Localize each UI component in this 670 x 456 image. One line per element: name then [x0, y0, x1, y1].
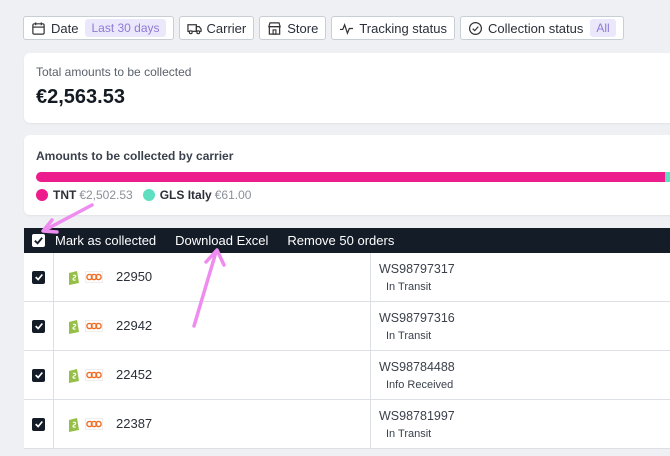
- legend-name-gls: GLS Italy: [159, 188, 212, 202]
- order-number[interactable]: 22387: [116, 416, 152, 431]
- select-all-checkbox[interactable]: [32, 234, 45, 247]
- remove-orders-button[interactable]: Remove 50 orders: [287, 233, 394, 248]
- check-circle-icon: [468, 21, 483, 35]
- tracking-status: In Transit: [386, 330, 432, 342]
- store-icon: [268, 21, 282, 35]
- date-filter-badge: Last 30 days: [85, 19, 166, 37]
- checkmark-icon: [34, 420, 43, 428]
- table-row[interactable]: 22950 WS98797317 In Transit: [24, 253, 670, 302]
- store-filter-label: Store: [287, 20, 319, 36]
- order-number[interactable]: 22452: [116, 367, 152, 382]
- table-row[interactable]: 22942 WS98797316 In Transit: [24, 302, 670, 351]
- tnt-logo-icon: [85, 271, 103, 283]
- shopify-icon: [69, 320, 79, 334]
- legend-name-tnt: TNT: [53, 188, 77, 202]
- tracking-status: Info Received: [386, 379, 454, 391]
- total-amount-label: Total amounts to be collected: [36, 65, 192, 79]
- carrier-amount-label: Amounts to be collected by carrier: [36, 149, 234, 163]
- legend-amount-tnt: €2,502.53: [79, 188, 133, 202]
- orders-table: 22950 WS98797317 In Transit 22942 WS9879…: [24, 253, 670, 449]
- bulk-action-bar: Mark as collected Download Excel Remove …: [24, 228, 670, 253]
- carrier-amount-card: Amounts to be collected by carrier TNT €…: [24, 135, 670, 215]
- tracking-number[interactable]: WS98797317: [379, 262, 455, 276]
- checkmark-icon: [34, 237, 43, 245]
- carrier-filter-label: Carrier: [206, 20, 247, 36]
- tnt-logo-icon: [85, 320, 103, 332]
- row-checkbox[interactable]: [32, 270, 45, 284]
- mark-as-collected-button[interactable]: Mark as collected: [55, 233, 156, 248]
- legend-dot-tnt: [36, 189, 48, 201]
- date-filter[interactable]: Date Last 30 days: [23, 16, 174, 40]
- tracking-status-filter-label: Tracking status: [359, 20, 447, 36]
- calendar-icon: [32, 21, 45, 35]
- tracking-number[interactable]: WS98781997: [379, 409, 455, 423]
- tracking-number[interactable]: WS98784488: [379, 360, 455, 374]
- row-checkbox[interactable]: [32, 417, 45, 431]
- shopify-icon: [69, 369, 79, 383]
- table-row[interactable]: 22387 WS98781997 In Transit: [24, 400, 670, 449]
- pulse-icon: [340, 22, 354, 35]
- tnt-logo-icon: [85, 418, 103, 430]
- tracking-status-filter[interactable]: Tracking status: [331, 16, 455, 40]
- tracking-status: In Transit: [386, 281, 432, 293]
- checkmark-icon: [34, 273, 43, 281]
- carrier-bar-segment-gls: [664, 172, 670, 182]
- tracking-number[interactable]: WS98797316: [379, 311, 455, 325]
- carrier-bar-segment-tnt: [36, 172, 665, 182]
- order-number[interactable]: 22942: [116, 318, 152, 333]
- carrier-legend: TNT €2,502.53 GLS Italy €61.00: [36, 188, 261, 202]
- date-filter-label: Date: [51, 20, 79, 36]
- total-amount-card: Total amounts to be collected €2,563.53: [24, 53, 670, 123]
- tnt-logo-icon: [85, 369, 103, 381]
- shopify-icon: [69, 271, 79, 285]
- collection-status-filter-label: Collection status: [488, 20, 584, 36]
- row-checkbox[interactable]: [32, 319, 45, 333]
- checkmark-icon: [34, 322, 43, 330]
- filter-bar: Date Last 30 days Carrier Store Tracking…: [23, 16, 624, 40]
- table-row[interactable]: 22452 WS98784488 Info Received: [24, 351, 670, 400]
- collection-status-badge: All: [590, 19, 616, 37]
- truck-icon: [186, 23, 202, 34]
- total-amount-value: €2,563.53: [36, 86, 125, 108]
- carrier-filter[interactable]: Carrier: [178, 16, 255, 40]
- shopify-icon: [69, 418, 79, 432]
- checkmark-icon: [34, 371, 43, 379]
- order-number[interactable]: 22950: [116, 269, 152, 284]
- row-checkbox[interactable]: [32, 368, 45, 382]
- collection-status-filter[interactable]: Collection status All: [460, 16, 624, 40]
- tracking-status: In Transit: [386, 428, 432, 440]
- legend-amount-gls: €61.00: [214, 188, 252, 202]
- carrier-amount-bar: [36, 172, 670, 182]
- legend-dot-gls: [142, 189, 155, 201]
- download-excel-button[interactable]: Download Excel: [175, 233, 268, 248]
- store-filter[interactable]: Store: [259, 16, 327, 40]
